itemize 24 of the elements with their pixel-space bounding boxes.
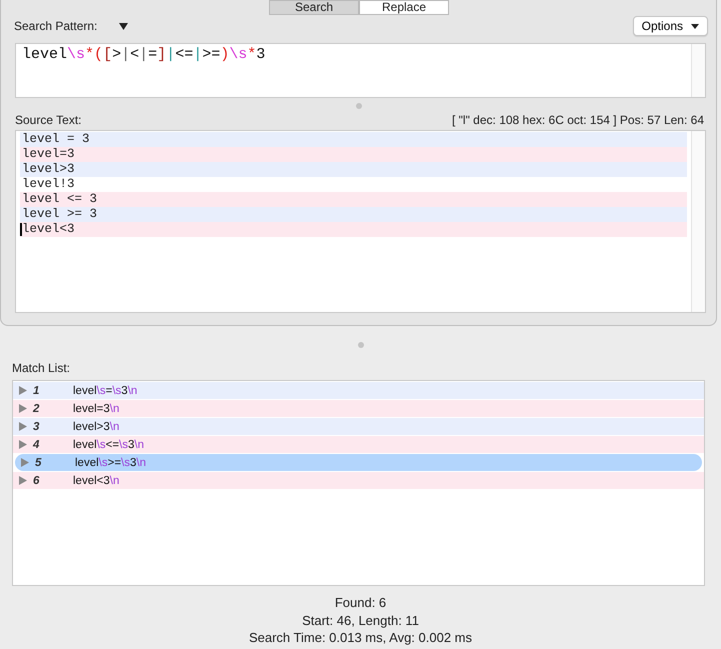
match-row[interactable]: 2 level=3\n [13,400,704,417]
match-row[interactable]: 3 level>3\n [13,418,704,435]
match-row[interactable]: 6 level<3\n [13,472,704,489]
match-row[interactable]: 5 level\s>=\s3\n [15,454,702,471]
status-text: Found: 6 [334,594,386,612]
source-text-label: Source Text: [15,113,82,127]
match-row[interactable]: 1 level\s=\s3\n [13,382,704,399]
character-info: [ "l" dec: 108 hex: 6C oct: 154 ] Pos: 57 Len: 64 [452,113,704,127]
match-row[interactable]: 4 level\s<=\s3\n [13,436,704,453]
scrollbar-track[interactable] [691,44,705,97]
options-button[interactable]: Options [632,16,708,36]
source-text-area[interactable]: level = 3 level=3 level>3 level!3 level <= 3 level >= 3 level<3 [15,130,706,313]
splitter-handle[interactable] [356,103,362,109]
caret-icon [691,24,699,28]
status-text: Search Time: 0.013 ms, Avg: 0.002 ms [248,629,472,646]
pattern-field[interactable]: level\s*([>|<|=]|<=|>=)\s*3 [15,43,706,98]
search-pattern-label: Search Pattern: [14,19,98,33]
splitter-handle[interactable] [358,342,364,348]
scrollbar-track[interactable] [691,131,705,312]
match-list-label: Match List: [12,361,72,375]
tab[interactable]: Replace [359,0,449,15]
status-text: Start: 46, Length: 11 [302,612,419,629]
dropdown-triangle-icon[interactable] [119,22,128,30]
tab[interactable]: Search [269,0,359,15]
